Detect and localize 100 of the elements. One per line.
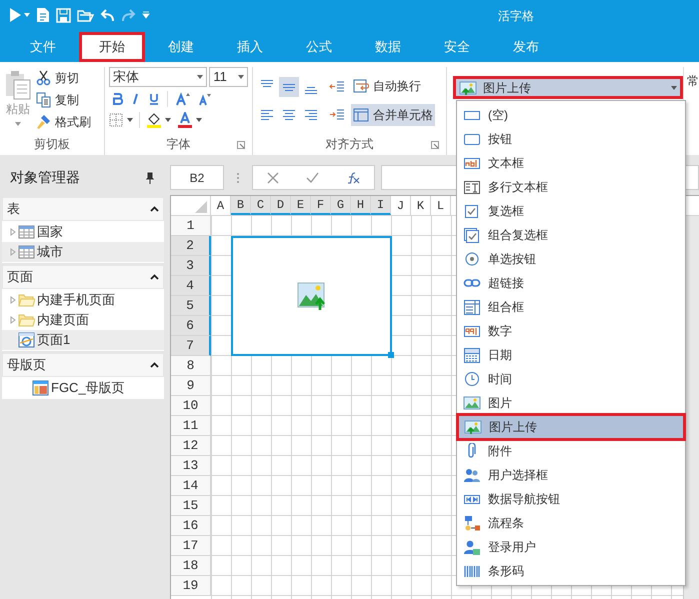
menu-item[interactable]: 用户选择框 <box>457 463 685 487</box>
fill-color-button[interactable] <box>146 112 171 128</box>
grow-font-button[interactable] <box>176 92 190 106</box>
italic-button[interactable] <box>130 93 141 105</box>
clock-icon <box>463 371 481 387</box>
row-header[interactable]: 4 <box>171 276 211 296</box>
new-page-button[interactable] <box>36 7 50 23</box>
function-button[interactable] <box>346 172 360 184</box>
tree-item[interactable]: FGC_母版页 <box>2 378 164 398</box>
underline-button[interactable] <box>148 93 159 105</box>
column-header[interactable]: C <box>251 196 271 215</box>
pin-button[interactable] <box>146 172 154 184</box>
menu-item[interactable]: 流程条 <box>457 511 685 535</box>
font-size-dropdown[interactable]: 11 <box>209 67 248 87</box>
row-header[interactable]: 7 <box>171 336 211 356</box>
menu-item[interactable]: 复选框 <box>457 199 685 223</box>
column-header[interactable]: I <box>371 196 391 215</box>
row-header[interactable]: 13 <box>171 456 211 476</box>
row-header[interactable]: 6 <box>171 316 211 336</box>
column-header[interactable]: E <box>291 196 311 215</box>
shrink-font-button[interactable] <box>198 92 212 106</box>
caret-icon <box>197 75 204 79</box>
collapse-button[interactable] <box>150 206 159 212</box>
row-header[interactable]: 2 <box>171 236 211 256</box>
tree-item[interactable]: 城市 <box>2 242 164 262</box>
save-button[interactable] <box>56 8 71 22</box>
paintbrush-icon <box>36 114 51 130</box>
column-header[interactable]: B <box>231 196 251 215</box>
cancel-button[interactable] <box>266 172 279 184</box>
tree-item[interactable]: 页面1 <box>2 330 164 350</box>
image-upload-control[interactable] <box>231 236 392 356</box>
row-header[interactable]: 15 <box>171 496 211 516</box>
collapse-button[interactable] <box>150 274 159 280</box>
menu-item[interactable]: (空) <box>457 103 685 127</box>
name-box[interactable]: B2 <box>170 165 224 190</box>
users-icon <box>463 467 481 483</box>
menu-item[interactable]: 组合复选框 <box>457 223 685 247</box>
row-header[interactable]: 16 <box>171 516 211 536</box>
row-header[interactable]: 12 <box>171 436 211 456</box>
column-header[interactable]: G <box>331 196 351 215</box>
column-header[interactable]: H <box>351 196 371 215</box>
clipboard-button[interactable]: 格式刷 <box>36 113 91 131</box>
menu-item[interactable]: 条形码 <box>457 559 685 583</box>
row-header[interactable]: 18 <box>171 556 211 576</box>
select-all-icon <box>195 201 207 213</box>
tree-item[interactable]: 内建手机页面 <box>2 290 164 310</box>
menu-item[interactable]: 单选按钮 <box>457 247 685 271</box>
menu-item[interactable]: 多行文本框 <box>457 175 685 199</box>
resize-handle[interactable] <box>388 352 394 358</box>
row-header[interactable]: 5 <box>171 296 211 316</box>
row-header[interactable]: 11 <box>171 416 211 436</box>
confirm-button[interactable] <box>306 172 319 183</box>
menu-item[interactable]: 图片 <box>457 391 685 415</box>
wrap-text-button[interactable]: 自动换行 <box>350 75 435 97</box>
collapse-button[interactable] <box>150 362 159 368</box>
column-header[interactable]: D <box>271 196 291 215</box>
open-button[interactable] <box>77 8 94 22</box>
menu-item[interactable]: 时间 <box>457 367 685 391</box>
font-name-dropdown[interactable]: 宋体 <box>108 67 208 87</box>
scissors-icon <box>36 70 51 86</box>
undo-button[interactable] <box>100 8 115 22</box>
caret-icon <box>142 11 150 19</box>
menu-item[interactable]: 按钮 <box>457 127 685 151</box>
table-icon <box>18 244 35 260</box>
row-header[interactable]: 9 <box>171 376 211 396</box>
borders-button[interactable] <box>108 113 133 127</box>
tree-item[interactable]: 内建页面 <box>2 310 164 330</box>
row-header[interactable]: 1 <box>171 216 211 236</box>
menu-item[interactable]: 附件 <box>457 439 685 463</box>
column-header[interactable]: J <box>391 196 411 215</box>
menu-item[interactable]: 图片上传 <box>458 415 684 439</box>
merge-cells-button[interactable]: 合并单元格 <box>350 104 435 126</box>
cell-type-dropdown[interactable]: 图片上传 <box>453 76 683 99</box>
ribbon-tab[interactable]: 开始 <box>79 32 145 62</box>
clipboard-button[interactable]: 复制 <box>36 91 91 109</box>
row-header[interactable]: 17 <box>171 536 211 556</box>
customize-button[interactable] <box>142 11 150 19</box>
align-button[interactable] <box>278 77 299 97</box>
menu-item[interactable]: 登录用户 <box>457 535 685 559</box>
row-header[interactable]: 8 <box>171 356 211 376</box>
menu-item[interactable]: 文本框 <box>457 151 685 175</box>
run-button[interactable] <box>8 7 30 23</box>
tree-item[interactable]: 国家 <box>2 222 164 242</box>
row-header[interactable]: 14 <box>171 476 211 496</box>
row-header[interactable]: 19 <box>171 576 211 596</box>
menu-item[interactable]: 数字 <box>457 319 685 343</box>
column-header[interactable]: L <box>431 196 451 215</box>
menu-item[interactable]: 数据导航按钮 <box>457 487 685 511</box>
row-header[interactable]: 3 <box>171 256 211 276</box>
column-header[interactable]: K <box>411 196 431 215</box>
column-header[interactable]: F <box>311 196 331 215</box>
menu-item[interactable]: 日期 <box>457 343 685 367</box>
bold-button[interactable] <box>112 93 123 105</box>
row-header[interactable]: 10 <box>171 396 211 416</box>
merge-cells-icon <box>352 107 369 123</box>
shrink-font-icon <box>198 92 212 106</box>
menu-item[interactable]: 组合框 <box>457 295 685 319</box>
menu-item[interactable]: 超链接 <box>457 271 685 295</box>
clipboard-button[interactable]: 剪切 <box>36 69 91 87</box>
font-color-button[interactable] <box>176 112 202 128</box>
